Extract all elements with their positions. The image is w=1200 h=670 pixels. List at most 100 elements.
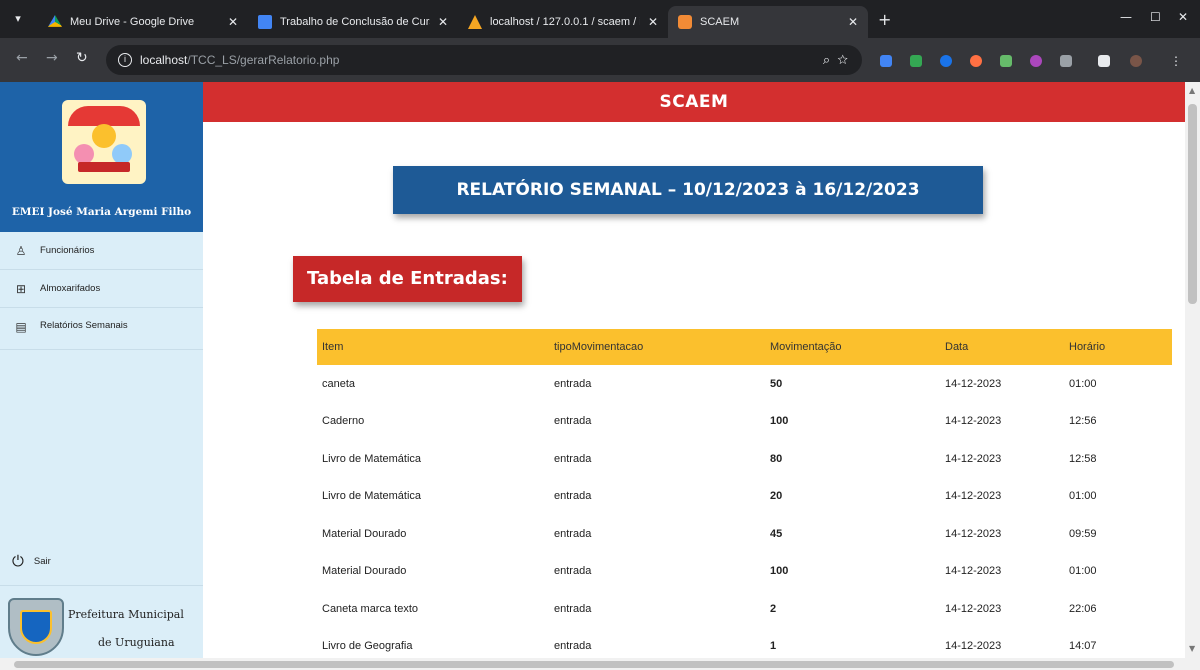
cell-item: Livro de Matemática — [322, 490, 422, 503]
scrollbar-thumb[interactable] — [14, 661, 1174, 668]
close-tab-icon[interactable]: ✕ — [438, 15, 448, 29]
cell-horario: 09:59 — [1069, 527, 1097, 540]
new-tab-icon[interactable]: + — [878, 10, 891, 29]
sidebar-item-funcionarios[interactable]: ♙ Funcionários — [0, 232, 203, 270]
school-logo — [62, 100, 146, 184]
table-row: Livro de Matemática entrada 80 14-12-202… — [317, 440, 1172, 478]
tab-google-drive[interactable]: Meu Drive - Google Drive ✕ — [38, 6, 248, 38]
maximize-icon[interactable]: ☐ — [1150, 10, 1161, 24]
close-tab-icon[interactable]: ✕ — [228, 15, 238, 29]
cell-tipo: entrada — [554, 640, 592, 653]
cell-item: Livro de Geografia — [322, 640, 413, 653]
site-info-icon[interactable]: i — [118, 53, 132, 67]
cell-movimentacao: 2 — [770, 602, 777, 615]
power-icon: ⏻ — [12, 553, 24, 570]
tab-search-icon[interactable]: ▾ — [8, 9, 28, 29]
cell-data: 14-12-2023 — [945, 640, 1002, 653]
extension-icon[interactable] — [970, 55, 982, 67]
column-header: Item — [317, 329, 549, 365]
cell-tipo: entrada — [554, 377, 592, 390]
cell-movimentacao: 20 — [770, 490, 783, 503]
prefeitura-footer: Prefeitura Municipal de Uruguiana — [0, 594, 203, 658]
cell-horario: 22:06 — [1069, 602, 1097, 615]
extension-icon[interactable] — [1030, 55, 1042, 67]
column-header: Data — [940, 329, 1064, 365]
cell-item: Livro de Matemática — [322, 452, 422, 465]
cell-horario: 01:00 — [1069, 490, 1097, 503]
coat-of-arms-logo — [8, 598, 64, 656]
profile-avatar-icon[interactable] — [1130, 55, 1142, 67]
cell-item: Caneta marca texto — [322, 602, 418, 615]
side-panel-icon[interactable] — [1098, 55, 1110, 67]
close-tab-icon[interactable]: ✕ — [648, 15, 658, 29]
extension-icon[interactable] — [940, 55, 952, 67]
cell-data: 14-12-2023 — [945, 490, 1002, 503]
close-tab-icon[interactable]: ✕ — [848, 15, 858, 29]
column-header: Movimentação — [765, 329, 940, 365]
table-row: Material Dourado entrada 100 14-12-2023 … — [317, 553, 1172, 591]
cell-horario: 12:56 — [1069, 415, 1097, 428]
cell-movimentacao: 1 — [770, 640, 777, 653]
address-bar[interactable]: i localhost/TCC_LS/gerarRelatorio.php ⌕ … — [106, 45, 862, 75]
page-content: EMEI José Maria Argemi Filho ♙ Funcionár… — [0, 82, 1185, 658]
prefeitura-line1: Prefeitura Municipal — [68, 608, 184, 621]
browser-tab-strip: ▾ Meu Drive - Google Drive ✕ Trabalho de… — [0, 0, 1200, 38]
minimize-icon[interactable]: — — [1120, 10, 1132, 24]
sidebar-item-almoxarifados[interactable]: ⊞ Almoxarifados — [0, 270, 203, 308]
vertical-scrollbar[interactable]: ▲ ▼ — [1185, 82, 1200, 658]
pen-extension-icon[interactable] — [1000, 55, 1012, 67]
scroll-up-icon[interactable]: ▲ — [1189, 86, 1195, 95]
cell-movimentacao: 100 — [770, 415, 789, 428]
table-row: Livro de Geografia entrada 1 14-12-2023 … — [317, 628, 1172, 659]
document-icon: ▤ — [15, 320, 27, 334]
scrollbar-thumb[interactable] — [1188, 104, 1197, 304]
cell-data: 14-12-2023 — [945, 377, 1002, 390]
translate-extension-icon[interactable] — [880, 55, 892, 67]
google-drive-icon — [48, 15, 62, 27]
cell-tipo: entrada — [554, 602, 592, 615]
sidebar-item-relatorios[interactable]: ▤ Relatórios Semanais — [0, 308, 203, 350]
tab-title: Trabalho de Conclusão de Curso — [280, 16, 430, 28]
tab-scaem[interactable]: SCAEM ✕ — [668, 6, 868, 38]
phpmyadmin-icon — [468, 15, 482, 29]
sidebar-item-label: Relatórios Semanais — [40, 320, 128, 331]
url-path: /TCC_LS/gerarRelatorio.php — [187, 53, 340, 67]
cell-item: caneta — [322, 377, 356, 390]
horizontal-scrollbar[interactable] — [0, 658, 1200, 670]
grid-icon: ⊞ — [15, 281, 27, 296]
zoom-icon[interactable]: ⌕ ☆ — [823, 52, 848, 68]
cell-data: 14-12-2023 — [945, 527, 1002, 540]
scroll-down-icon[interactable]: ▼ — [1189, 644, 1195, 653]
school-name: EMEI José Maria Argemi Filho — [11, 206, 192, 218]
browser-menu-icon[interactable]: ⋮ — [1170, 55, 1182, 67]
extensions-puzzle-icon[interactable] — [1060, 55, 1072, 67]
logout-button[interactable]: ⏻ Sair — [0, 538, 203, 586]
table-header-row: Item tipoMovimentacao Movimentação Data … — [317, 329, 1172, 365]
tab-title: localhost / 127.0.0.1 / scaem / i — [490, 16, 640, 28]
scaem-icon — [678, 15, 692, 29]
back-icon[interactable]: ← — [16, 50, 28, 66]
cell-movimentacao: 50 — [770, 377, 783, 390]
cell-movimentacao: 80 — [770, 452, 783, 465]
section-title: Tabela de Entradas: — [293, 256, 522, 302]
tab-title: Meu Drive - Google Drive — [70, 16, 195, 28]
cell-tipo: entrada — [554, 490, 592, 503]
cell-horario: 01:00 — [1069, 377, 1097, 390]
tab-title: SCAEM — [700, 16, 740, 28]
tab-phpmyadmin[interactable]: localhost / 127.0.0.1 / scaem / i ✕ — [458, 6, 668, 38]
cell-horario: 01:00 — [1069, 565, 1097, 578]
close-window-icon[interactable]: ✕ — [1178, 10, 1188, 24]
cell-tipo: entrada — [554, 415, 592, 428]
sidebar-item-label: Funcionários — [40, 245, 95, 256]
forward-icon[interactable]: → — [46, 50, 58, 66]
table-row: Livro de Matemática entrada 20 14-12-202… — [317, 478, 1172, 516]
reload-icon[interactable]: ↻ — [76, 50, 88, 66]
cell-movimentacao: 100 — [770, 565, 789, 578]
cell-tipo: entrada — [554, 527, 592, 540]
tab-docs[interactable]: Trabalho de Conclusão de Curso ✕ — [248, 6, 458, 38]
report-title: RELATÓRIO SEMANAL – 10/12/2023 à 16/12/2… — [393, 166, 983, 214]
table-row: caneta entrada 50 14-12-2023 01:00 — [317, 365, 1172, 403]
sidebar: EMEI José Maria Argemi Filho ♙ Funcionár… — [0, 82, 203, 658]
drive-extension-icon[interactable] — [910, 55, 922, 67]
cell-data: 14-12-2023 — [945, 565, 1002, 578]
